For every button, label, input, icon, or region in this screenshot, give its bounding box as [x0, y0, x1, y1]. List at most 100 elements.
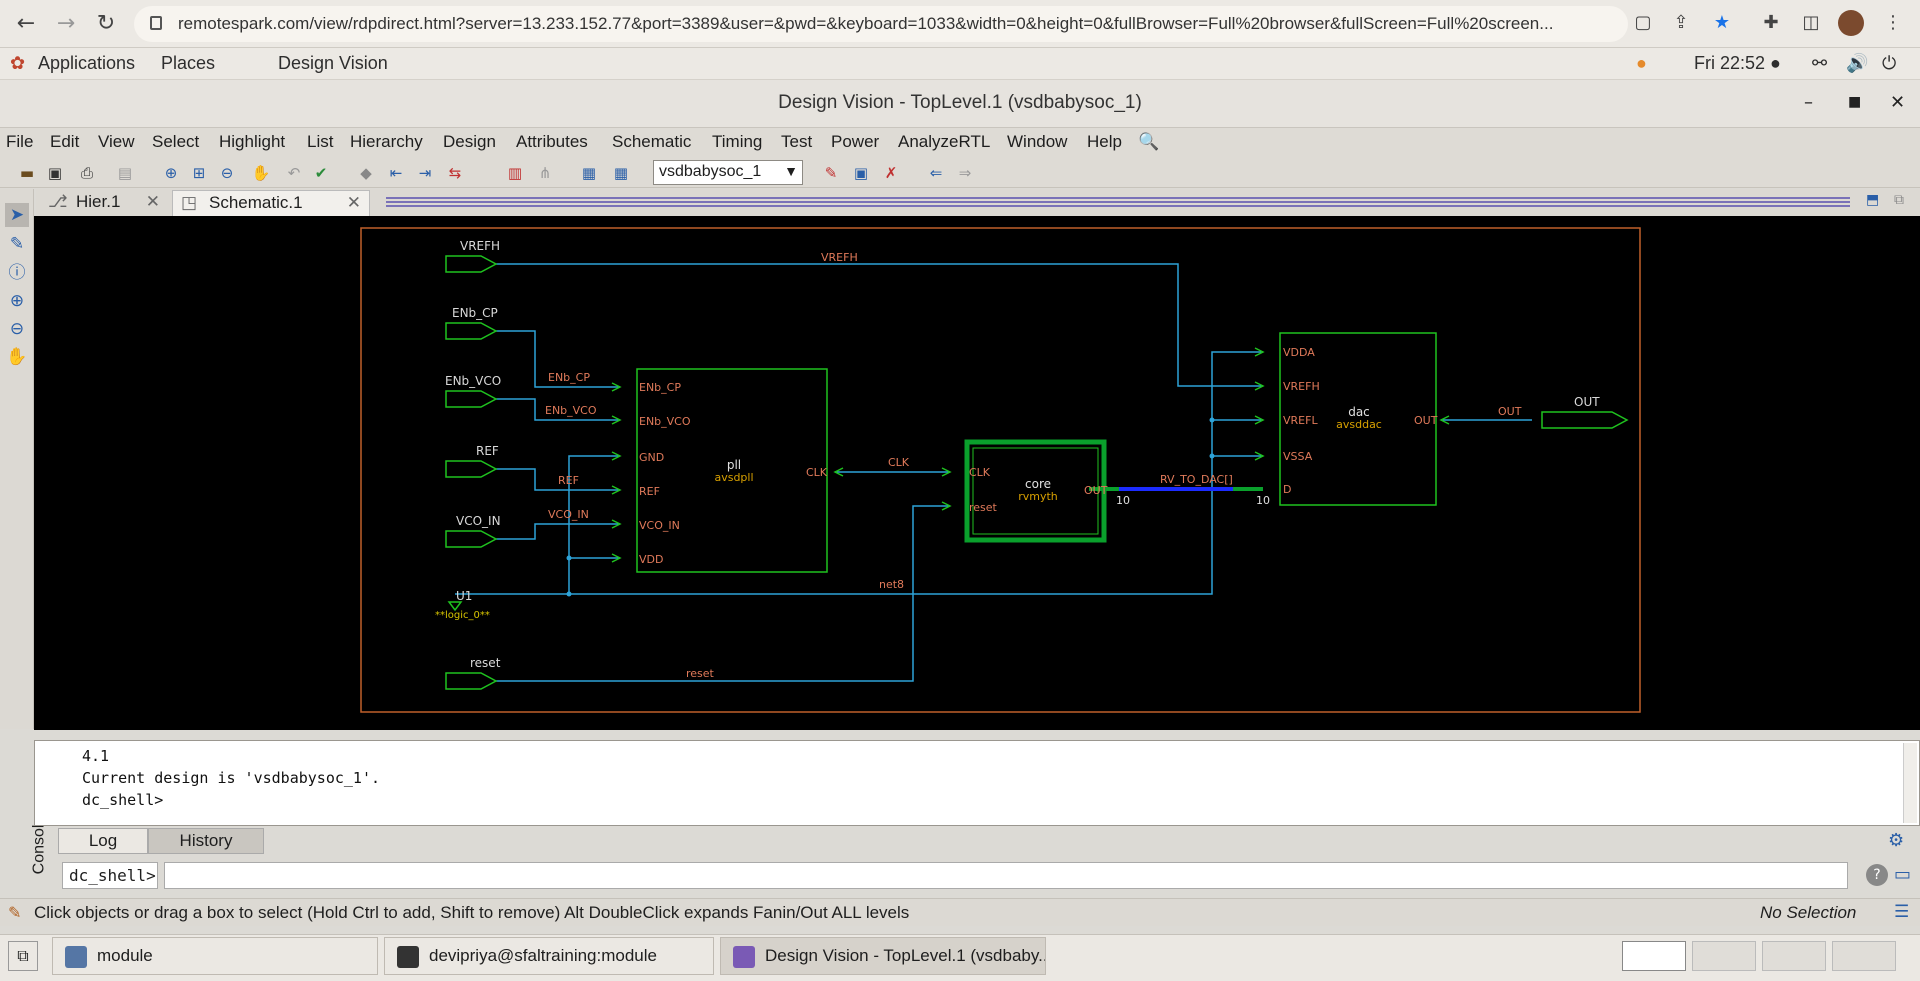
zoom-in-tool-icon[interactable]: ⊕ [160, 162, 182, 184]
close-icon[interactable]: ✕ [1890, 92, 1905, 113]
share-icon[interactable]: ⇪ [1668, 10, 1694, 36]
pencil-icon[interactable]: ✎ [5, 232, 29, 256]
fanin-icon[interactable]: ⇤ [385, 162, 407, 184]
select-tool-icon[interactable]: ✔ [310, 162, 332, 184]
menu-hierarchy[interactable]: Hierarchy [350, 132, 423, 152]
tab-log[interactable]: Log [58, 828, 148, 854]
network-icon[interactable]: ⚯ [1812, 53, 1827, 74]
tab-history[interactable]: History [148, 828, 264, 854]
menu-file[interactable]: File [6, 132, 33, 152]
places-menu[interactable]: Places [161, 53, 215, 74]
design-select[interactable]: vsdbabysoc_1 ▼ [653, 160, 803, 185]
task-terminal[interactable]: devipriya@sfaltraining:module [384, 937, 714, 975]
task-module[interactable]: module [52, 937, 378, 975]
menu-view[interactable]: View [98, 132, 135, 152]
menu-analyzertl[interactable]: AnalyzeRTL [898, 132, 990, 152]
tab-close-icon[interactable]: ✕ [347, 191, 361, 215]
pan-icon[interactable]: ✋ [250, 162, 272, 184]
forward-icon[interactable]: → [52, 10, 80, 38]
back-hierarchy-icon[interactable]: ⇐ [925, 162, 947, 184]
show-desktop-icon[interactable]: ⧉ [8, 941, 38, 971]
workspace-2[interactable] [1692, 941, 1756, 971]
console-output[interactable]: 4.1 Current design is 'vsdbabysoc_1'. dc… [34, 740, 1920, 826]
minimize-icon[interactable]: – [1804, 92, 1813, 113]
port-reset[interactable] [445, 672, 498, 690]
notification-icon[interactable]: ● [1636, 53, 1647, 74]
power-icon[interactable]: ⏻ [1882, 53, 1896, 74]
net-vco-in[interactable] [496, 523, 620, 540]
tab-close-icon[interactable]: ✕ [146, 190, 160, 214]
probe-icon[interactable]: ◆ [355, 162, 377, 184]
workspace-3[interactable] [1762, 941, 1826, 971]
tab-hier[interactable]: ⎇ Hier.1 ✕ [40, 190, 168, 216]
menu-timing[interactable]: Timing [712, 132, 762, 152]
menu-help[interactable]: Help [1087, 132, 1122, 152]
maximize-view-icon[interactable]: ⧉ [1894, 192, 1904, 208]
applications-menu[interactable]: Applications [38, 53, 135, 74]
fanout-icon[interactable]: ⇥ [414, 162, 436, 184]
schematic-new-icon[interactable]: ✎ [820, 162, 842, 184]
tie-cell-u1[interactable] [447, 601, 463, 612]
extensions-icon[interactable]: ✚ [1758, 10, 1784, 36]
reload-icon[interactable]: ↻ [92, 10, 120, 38]
menu-list[interactable]: List [307, 132, 333, 152]
list-icon[interactable]: ☰ [1894, 902, 1909, 922]
forward-hierarchy-icon[interactable]: ⇒ [954, 162, 976, 184]
path-icon[interactable]: ⇆ [444, 162, 466, 184]
sidepanel-icon[interactable]: ◫ [1798, 10, 1824, 36]
console-scrollbar[interactable] [1903, 743, 1917, 823]
port-ref[interactable] [445, 460, 498, 478]
timing-chart-icon[interactable]: ▦ [578, 162, 600, 184]
bookmark-star-icon[interactable]: ★ [1709, 10, 1735, 36]
symbol-view-icon[interactable]: ▣ [850, 162, 872, 184]
menu-design[interactable]: Design [443, 132, 496, 152]
tab-schematic[interactable]: ◳ Schematic.1 ✕ [172, 190, 370, 216]
hand-icon[interactable]: ✋ [5, 345, 29, 369]
report-icon[interactable]: ▤ [114, 162, 136, 184]
port-vrefh[interactable] [445, 255, 498, 273]
search-icon[interactable]: 🔍 [1138, 132, 1159, 152]
path-chart-icon[interactable]: ▦ [610, 162, 632, 184]
save-icon[interactable]: ▣ [44, 162, 66, 184]
schematic-canvas[interactable]: VREFH ENb_CP ENb_VCO REF VCO_IN reset OU… [34, 216, 1920, 730]
workspace-1[interactable] [1622, 941, 1686, 971]
port-enb-vco[interactable] [445, 390, 498, 408]
port-vco-in[interactable] [445, 530, 498, 548]
port-enb-cp[interactable] [445, 322, 498, 340]
help-icon[interactable]: ? [1866, 864, 1888, 886]
float-view-icon[interactable]: ⬒ [1866, 192, 1879, 208]
zoom-out-tool-icon[interactable]: ⊖ [216, 162, 238, 184]
net-vrefh[interactable] [496, 263, 1263, 387]
port-out[interactable] [1541, 411, 1629, 429]
clear-highlight-icon[interactable]: ✗ [880, 162, 902, 184]
volume-icon[interactable]: 🔊 [1846, 53, 1868, 74]
zoom-fit-icon[interactable]: ⊞ [188, 162, 210, 184]
back-icon[interactable]: ← [12, 10, 40, 38]
undo-zoom-icon[interactable]: ↶ [283, 162, 305, 184]
task-design-vision[interactable]: Design Vision - TopLevel.1 (vsdbaby... [720, 937, 1046, 975]
histogram-icon[interactable]: ▥ [504, 162, 526, 184]
zoom-in-icon[interactable]: ⊕ [5, 289, 29, 313]
zoom-out-icon[interactable]: ⊖ [5, 317, 29, 341]
menu-test[interactable]: Test [781, 132, 812, 152]
clock[interactable]: Fri 22:52 ● [1694, 53, 1781, 74]
menu-select[interactable]: Select [152, 132, 199, 152]
pointer-icon[interactable]: ➤ [5, 203, 29, 227]
profile-avatar[interactable] [1838, 10, 1864, 36]
menu-schematic[interactable]: Schematic [612, 132, 691, 152]
settings-gear-icon[interactable]: ⚙ [1888, 830, 1904, 851]
menu-edit[interactable]: Edit [50, 132, 79, 152]
active-app-menu[interactable]: Design Vision [278, 53, 388, 74]
menu-power[interactable]: Power [831, 132, 879, 152]
open-icon[interactable]: ▬ [16, 162, 38, 184]
address-bar[interactable]: remotespark.com/view/rdpdirect.html?serv… [134, 6, 1628, 42]
command-input[interactable] [164, 862, 1848, 889]
hierarchy-icon[interactable]: ⋔ [534, 162, 556, 184]
menu-attributes[interactable]: Attributes [516, 132, 588, 152]
print-icon[interactable]: ⎙ [76, 162, 98, 184]
menu-window[interactable]: Window [1007, 132, 1067, 152]
kebab-menu-icon[interactable]: ⋮ [1880, 10, 1906, 36]
maximize-icon[interactable]: ■ [1848, 94, 1861, 110]
info-icon[interactable]: ⓘ [5, 261, 29, 285]
workspace-4[interactable] [1832, 941, 1896, 971]
